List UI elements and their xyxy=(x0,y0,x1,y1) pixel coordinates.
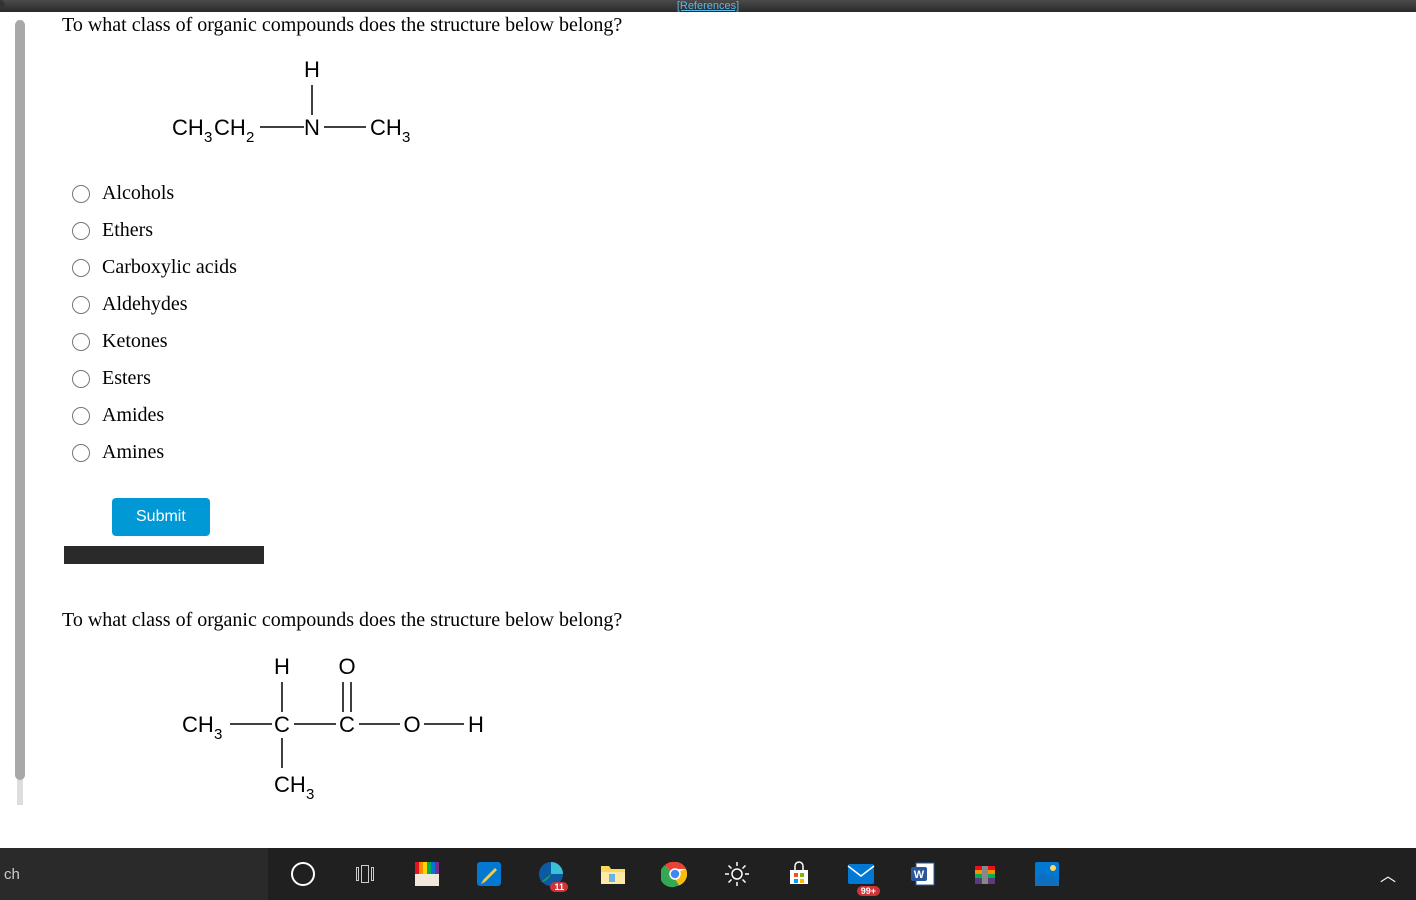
option-amides[interactable]: Amides xyxy=(72,404,1396,427)
svg-text:O: O xyxy=(338,654,355,679)
svg-text:H: H xyxy=(304,57,320,82)
option-label: Ethers xyxy=(102,219,153,242)
taskbar-icons: 11 xyxy=(276,848,1074,900)
svg-text:3: 3 xyxy=(306,786,314,803)
radio-amides[interactable] xyxy=(72,407,90,425)
photos-icon[interactable] xyxy=(1020,848,1074,900)
svg-text:W: W xyxy=(914,869,925,881)
references-link[interactable]: [References] xyxy=(677,0,739,12)
badge-11: 11 xyxy=(550,882,568,892)
options-list-1: Alcohols Ethers Carboxylic acids Aldehyd… xyxy=(72,182,1396,464)
system-tray: ︿ xyxy=(1368,862,1416,886)
option-ethers[interactable]: Ethers xyxy=(72,219,1396,242)
svg-text:2: 2 xyxy=(246,129,254,146)
cortana-circle-icon xyxy=(291,862,315,886)
svg-text:H: H xyxy=(468,712,484,737)
top-reference-bar: [References] xyxy=(0,0,1416,12)
radio-ethers[interactable] xyxy=(72,222,90,240)
svg-text:CH: CH xyxy=(274,772,306,797)
question-text-1: To what class of organic compounds does … xyxy=(62,14,1396,37)
svg-text:O: O xyxy=(403,712,420,737)
chemical-structure-2: H O CH 3 C C O H xyxy=(122,652,1396,802)
task-view-icon[interactable] xyxy=(338,848,392,900)
svg-text:CH: CH xyxy=(172,115,204,140)
option-ketones[interactable]: Ketones xyxy=(72,330,1396,353)
option-label: Alcohols xyxy=(102,182,174,205)
radio-carboxylic[interactable] xyxy=(72,259,90,277)
tray-chevron-icon[interactable]: ︿ xyxy=(1368,862,1408,886)
cortana-icon[interactable] xyxy=(276,848,330,900)
question-block-1: To what class of organic compounds does … xyxy=(62,14,1396,564)
svg-text:C: C xyxy=(339,712,355,737)
svg-text:H: H xyxy=(274,654,290,679)
option-label: Carboxylic acids xyxy=(102,256,237,279)
paint-app-icon[interactable] xyxy=(400,848,454,900)
store-icon[interactable] xyxy=(772,848,826,900)
option-label: Amines xyxy=(102,441,164,464)
svg-text:C: C xyxy=(274,712,290,737)
chemical-structure-1: H CH 3 CH 2 N CH 3 xyxy=(112,57,1396,157)
edge-browser-icon[interactable]: 11 xyxy=(524,848,578,900)
windows-taskbar: ch xyxy=(0,848,1416,900)
badge-99: 99+ xyxy=(857,886,880,896)
option-aldehydes[interactable]: Aldehydes xyxy=(72,293,1396,316)
scrollbar-thumb[interactable] xyxy=(15,20,25,780)
option-label: Amides xyxy=(102,404,164,427)
submit-button[interactable]: Submit xyxy=(112,498,210,536)
question-text-2: To what class of organic compounds does … xyxy=(62,609,1396,632)
option-label: Aldehydes xyxy=(102,293,188,316)
option-alcohols[interactable]: Alcohols xyxy=(72,182,1396,205)
question-block-2: To what class of organic compounds does … xyxy=(62,609,1396,802)
word-icon[interactable]: W xyxy=(896,848,950,900)
option-carboxylic-acids[interactable]: Carboxylic acids xyxy=(72,256,1396,279)
content-area: To what class of organic compounds does … xyxy=(62,14,1396,805)
progress-bar xyxy=(64,546,264,564)
svg-text:3: 3 xyxy=(402,129,410,146)
svg-text:CH: CH xyxy=(370,115,402,140)
file-explorer-icon[interactable] xyxy=(586,848,640,900)
option-label: Esters xyxy=(102,367,151,390)
radio-aldehydes[interactable] xyxy=(72,296,90,314)
radio-esters[interactable] xyxy=(72,370,90,388)
svg-text:CH: CH xyxy=(182,712,214,737)
chrome-browser-icon[interactable] xyxy=(648,848,702,900)
winrar-icon[interactable] xyxy=(958,848,1012,900)
radio-ketones[interactable] xyxy=(72,333,90,351)
svg-text:CH: CH xyxy=(214,115,246,140)
svg-text:3: 3 xyxy=(204,129,212,146)
option-label: Ketones xyxy=(102,330,168,353)
mail-icon[interactable]: 99+ xyxy=(834,848,888,900)
pencil-app-icon[interactable] xyxy=(462,848,516,900)
option-amines[interactable]: Amines xyxy=(72,441,1396,464)
settings-icon[interactable] xyxy=(710,848,764,900)
svg-text:3: 3 xyxy=(214,726,222,743)
radio-amines[interactable] xyxy=(72,444,90,462)
svg-text:N: N xyxy=(304,115,320,140)
option-esters[interactable]: Esters xyxy=(72,367,1396,390)
taskbar-search[interactable]: ch xyxy=(0,848,268,900)
radio-alcohols[interactable] xyxy=(72,185,90,203)
search-text: ch xyxy=(4,866,20,883)
